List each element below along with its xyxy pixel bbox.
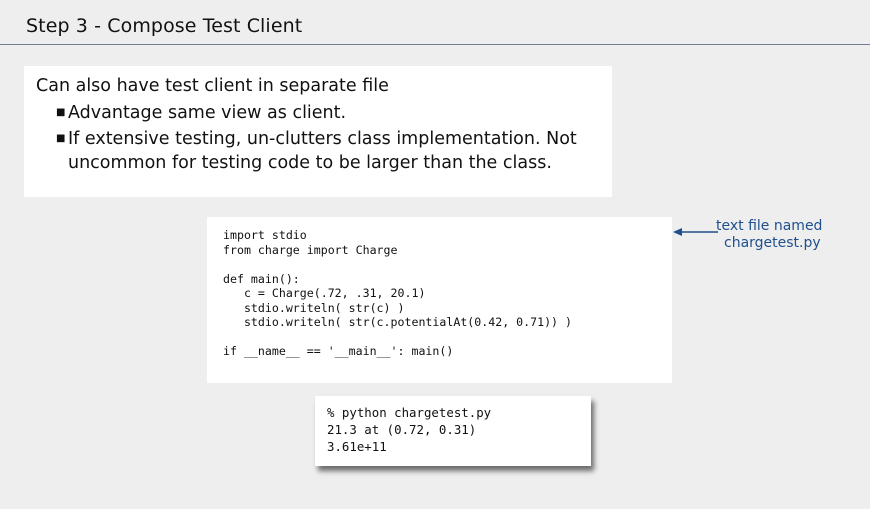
code-listing: import stdio from charge import Charge d… (223, 228, 656, 359)
terminal-line: % python chargetest.py (327, 405, 492, 420)
bullet-text-advantage: Advantage same view as client. (68, 103, 347, 123)
code-line: stdio.writeln( str(c) ) (223, 300, 405, 315)
bullet-item-advantage: ■ Advantage same view as client. (56, 101, 600, 125)
bullet-square-icon: ■ (56, 133, 66, 144)
code-line: stdio.writeln( str(c.potentialAt(0.42, 0… (223, 315, 573, 329)
annotation-line-1: text file named (716, 218, 823, 234)
terminal-line: 21.3 at (0.72, 0.31) (327, 422, 477, 437)
bullet-square-icon: ■ (56, 107, 66, 118)
slide-title: Step 3 - Compose Test Client (26, 15, 303, 37)
intro-text: Can also have test client in separate fi… (36, 76, 389, 96)
code-line: import stdio (223, 228, 307, 242)
bullet-item-testing: ■ If extensive testing, un-clutters clas… (56, 127, 600, 175)
code-line: if __name__ == '__main__': main() (223, 344, 454, 358)
code-line: c = Charge(.72, .31, 20.1) (223, 286, 426, 300)
terminal-output-box: % python chargetest.py 21.3 at (0.72, 0.… (315, 396, 591, 466)
title-divider (0, 44, 870, 45)
summary-text-box: Can also have test client in separate fi… (24, 66, 612, 197)
bullet-text-testing: If extensive testing, un-clutters class … (68, 129, 577, 173)
annotation-line-2: chargetest.py (724, 235, 821, 251)
terminal-output: % python chargetest.py 21.3 at (0.72, 0.… (327, 404, 579, 455)
left-arrow-icon (673, 228, 718, 236)
code-line: from charge import Charge (223, 242, 398, 257)
code-listing-box: import stdio from charge import Charge d… (207, 217, 672, 383)
code-line: def main(): (223, 271, 300, 286)
file-name-annotation: text file named chargetest.py (716, 218, 866, 252)
terminal-line: 3.61e+11 (327, 439, 387, 454)
